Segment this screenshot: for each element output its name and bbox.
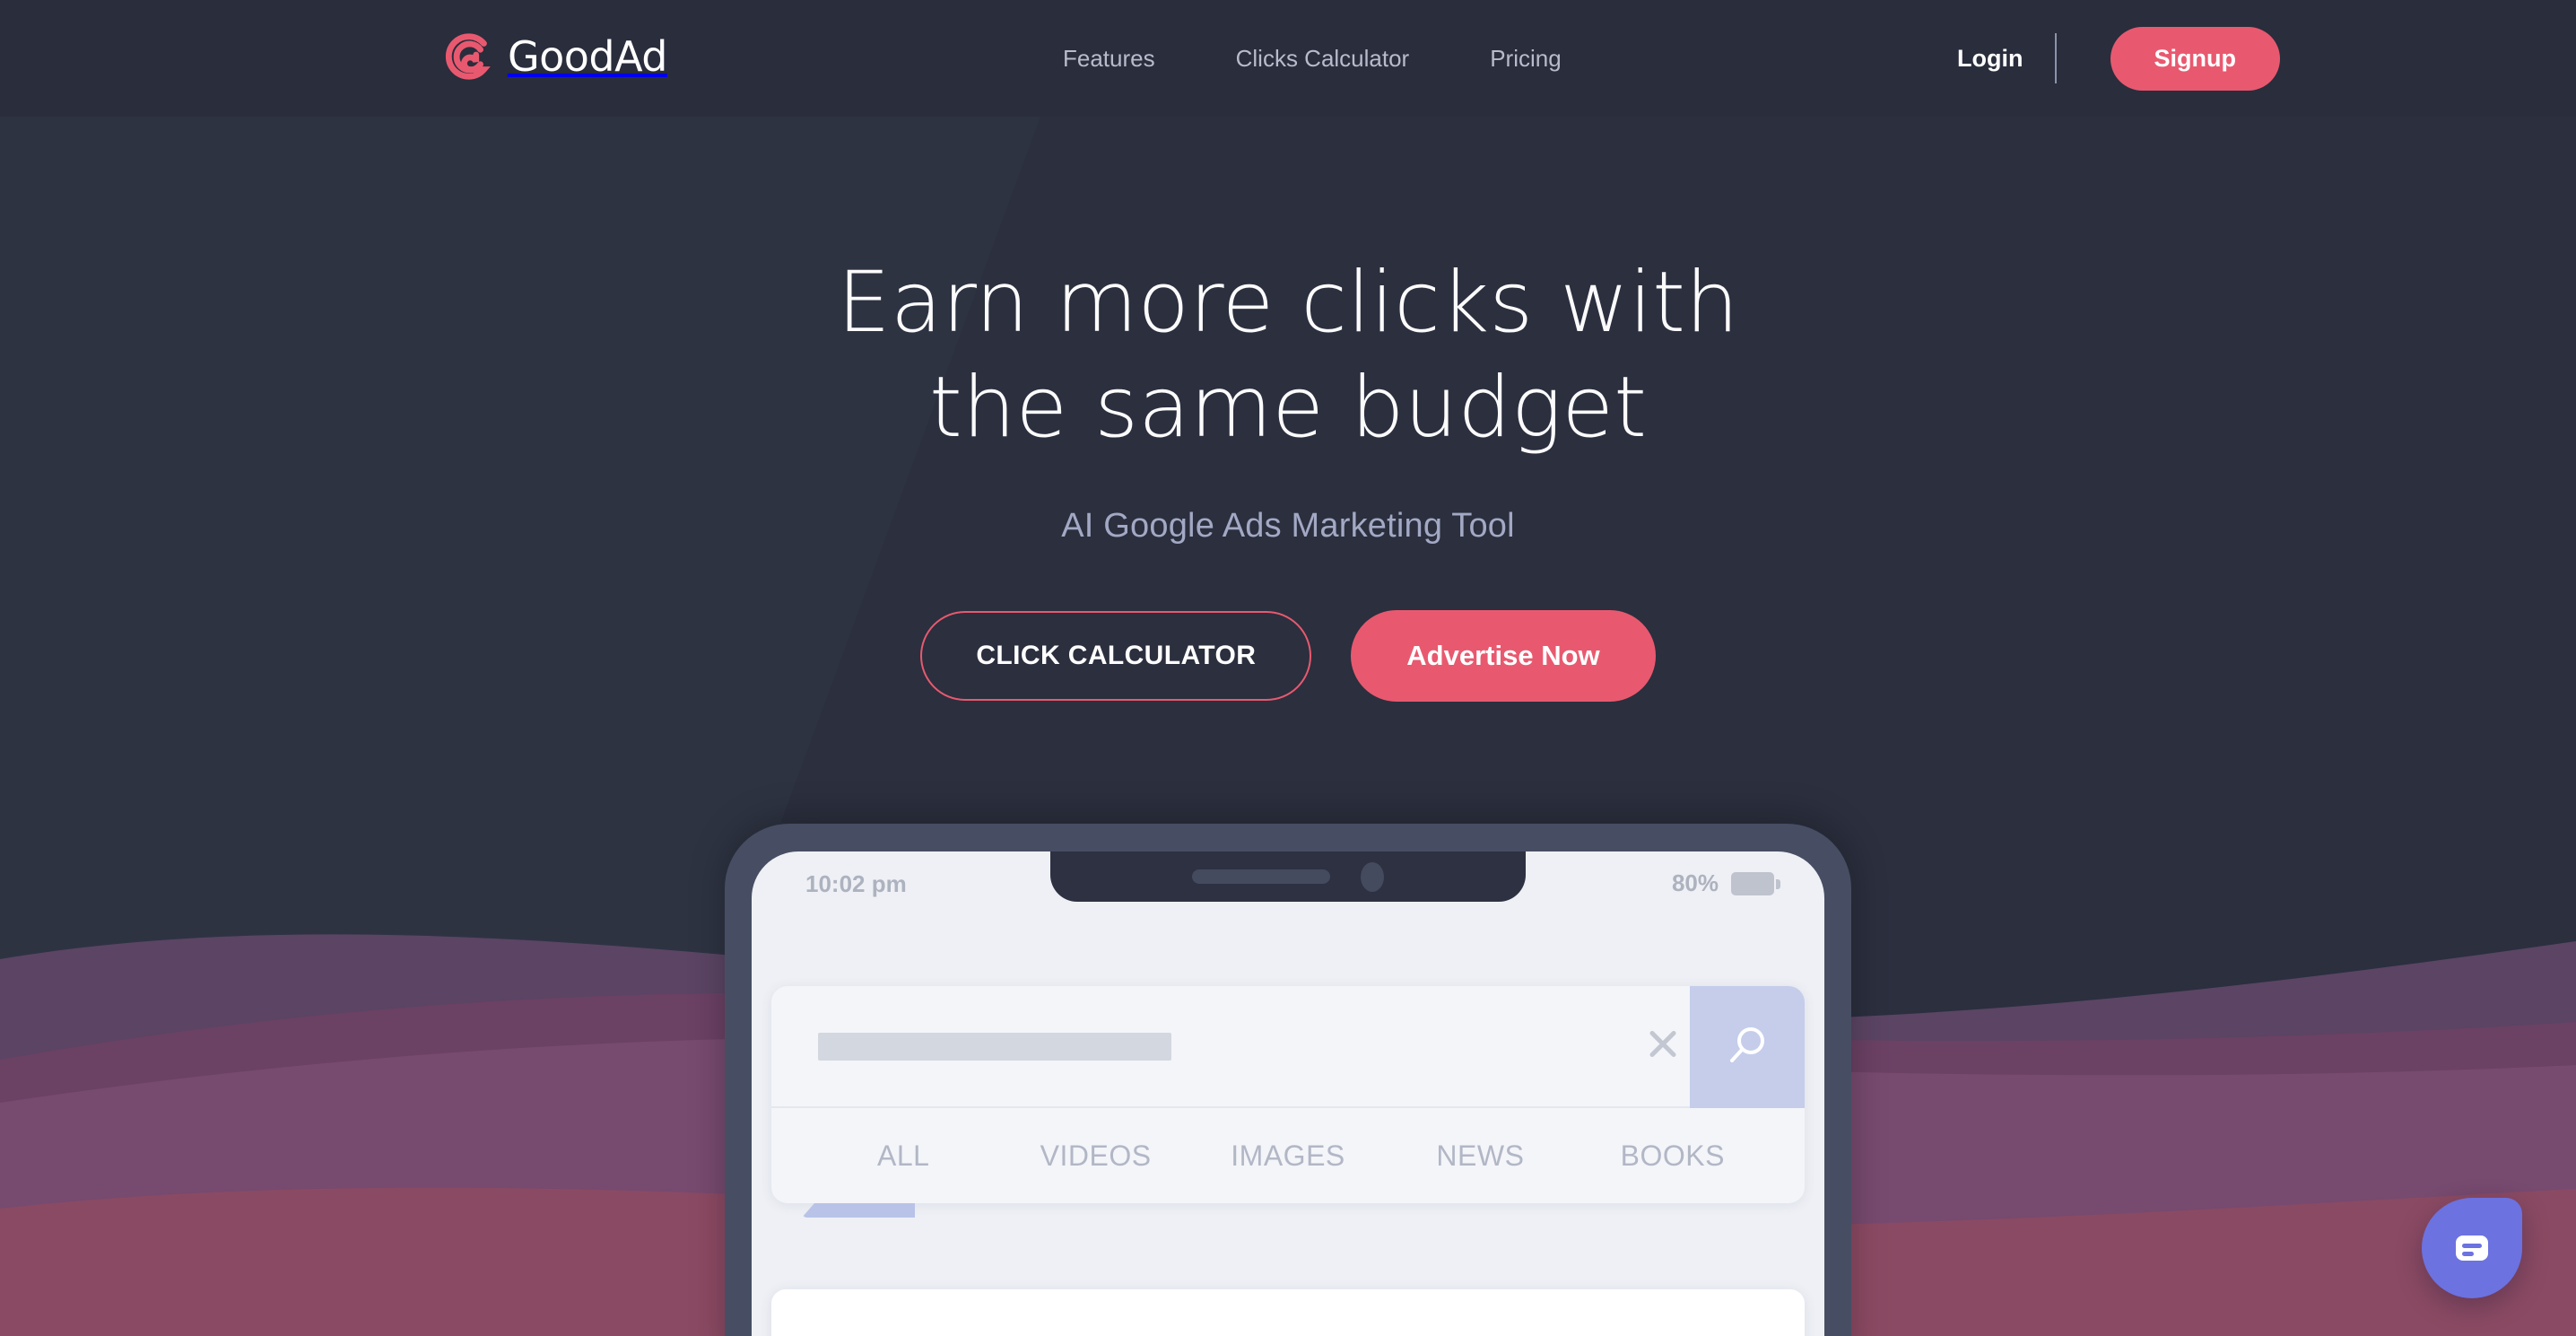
chat-bubble-icon [2456,1236,2488,1261]
hero-title: Earn more clicks with the same budget [0,251,2576,460]
hero-title-line-1: Earn more clicks with [837,254,1739,352]
site-header: GoodAd Features Clicks Calculator Pricin… [0,0,2576,117]
login-link[interactable]: Login [1957,45,2054,73]
hero-cta-group: CLICK CALCULATOR Advertise Now [0,610,2576,703]
search-tabs: ALL VIDEOS IMAGES NEWS BOOKS [771,1108,1805,1218]
landing-page: GoodAd Features Clicks Calculator Pricin… [0,0,2576,1336]
speaker-grille-icon [1192,869,1330,884]
nav-link-features[interactable]: Features [1023,45,1196,73]
battery-percent-label: 80% [1671,869,1719,896]
front-camera-icon [1361,861,1384,892]
brand-logo-link[interactable]: GoodAd [441,29,668,84]
status-bar-battery: 80% [1671,869,1780,897]
hero-section: Earn more clicks with the same budget AI… [0,117,2576,703]
search-row [771,986,1805,1108]
chat-widget-button[interactable] [2422,1198,2522,1298]
search-tab-all[interactable]: ALL [807,1140,999,1173]
status-bar-time: 10:02 pm [805,870,907,897]
phone-notch [1050,851,1526,902]
header-actions: Login Signup [1957,0,2280,117]
phone-mockup: 10:02 pm 80% ALL VIDEOS IMAGES NEWS BOOK… [725,824,1851,1336]
battery-icon [1731,871,1780,895]
nav-link-pricing[interactable]: Pricing [1449,45,1601,73]
goodad-spiral-logo-icon [445,33,491,80]
hero-subtitle: AI Google Ads Marketing Tool [1061,507,1515,546]
search-tab-images[interactable]: IMAGES [1192,1140,1384,1173]
search-result-card[interactable] [771,1289,1805,1336]
active-tab-indicator [802,1203,915,1218]
click-calculator-button[interactable]: CLICK CALCULATOR [920,611,1312,702]
header-divider [2054,33,2057,83]
primary-nav: Features Clicks Calculator Pricing [1023,0,1602,117]
search-tab-news[interactable]: NEWS [1384,1140,1576,1173]
brand-name: GoodAd [508,32,668,81]
search-magnifier-icon [1730,1027,1764,1062]
search-input[interactable] [818,1032,1171,1061]
advertise-now-button[interactable]: Advertise Now [1351,610,1656,703]
phone-screen: 10:02 pm 80% ALL VIDEOS IMAGES NEWS BOOK… [752,851,1824,1336]
close-x-icon[interactable] [1643,1025,1683,1069]
search-tab-videos[interactable]: VIDEOS [999,1140,1191,1173]
hero-title-line-2: the same budget [928,358,1647,457]
search-tab-books[interactable]: BOOKS [1577,1140,1769,1173]
nav-link-clicks-calculator[interactable]: Clicks Calculator [1196,45,1450,73]
search-card: ALL VIDEOS IMAGES NEWS BOOKS [771,986,1805,1218]
signup-button[interactable]: Signup [2110,26,2280,91]
close-x-glyph [1649,1031,1676,1057]
search-submit-button[interactable] [1690,986,1805,1108]
